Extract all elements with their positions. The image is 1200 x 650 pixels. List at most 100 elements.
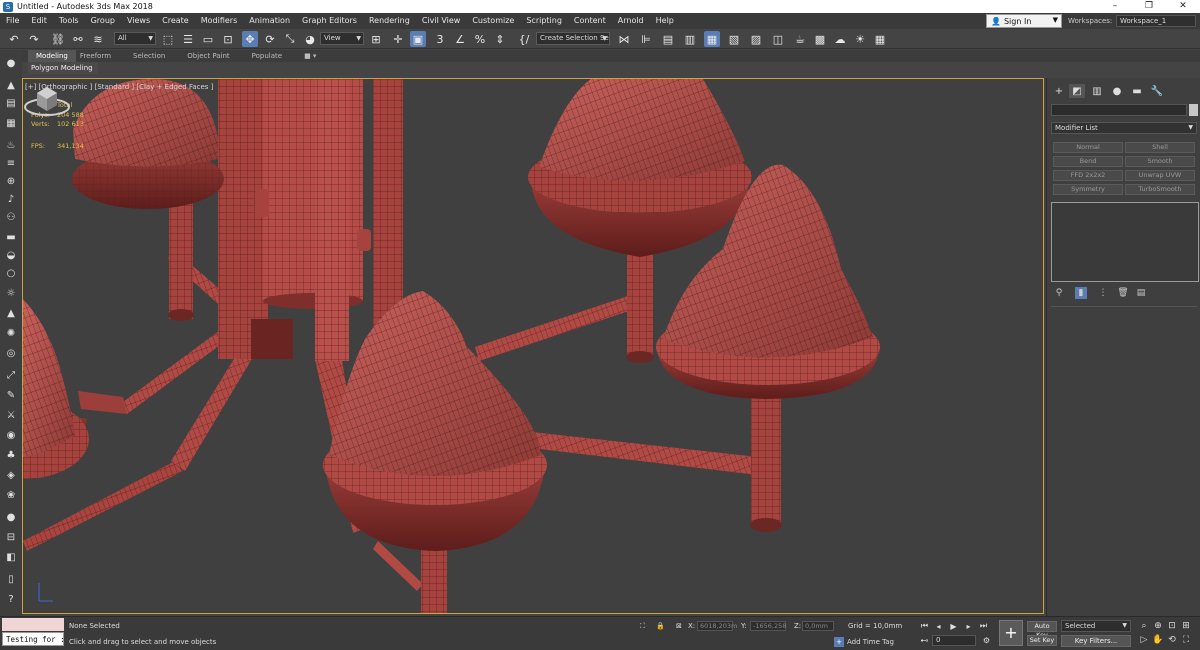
modifier-stack[interactable] <box>1051 202 1199 282</box>
modifier-list-select[interactable]: Modifier List ▼ <box>1051 122 1197 134</box>
menu-edit[interactable]: Edit <box>25 13 53 29</box>
spinner-snap-icon[interactable]: ⇕ <box>492 31 508 47</box>
object-color-swatch[interactable] <box>1189 104 1198 116</box>
orthographic-viewport[interactable]: [+] [Orthographic ] [Standard ] [Clay + … <box>22 78 1044 614</box>
schematic-view-icon[interactable]: ▨ <box>748 31 764 47</box>
render-production-icon[interactable]: ☁ <box>832 31 848 47</box>
maxscript-listener-output[interactable] <box>2 618 64 631</box>
scene-explorer-icon[interactable]: ▤ <box>660 31 676 47</box>
workspace-select[interactable]: Workspace_1 <box>1116 15 1196 27</box>
sort-icon[interactable]: ≡ <box>3 156 19 170</box>
tab-modeling[interactable]: Modeling <box>28 50 76 62</box>
window-crossing-icon[interactable]: ⊡ <box>220 31 236 47</box>
zoom-icon[interactable]: ⌕ <box>1138 620 1150 632</box>
current-frame-field[interactable]: 0 <box>932 635 976 646</box>
object-name-field[interactable] <box>1051 104 1187 116</box>
menu-file[interactable]: File <box>0 13 25 29</box>
menu-arnold[interactable]: Arnold <box>612 13 650 29</box>
modifier-bend-button[interactable]: Bend <box>1053 156 1123 167</box>
remove-modifier-icon[interactable]: 🗑 <box>1117 287 1129 299</box>
named-selection-set-select[interactable]: Create Selection Se ▼ <box>536 32 610 45</box>
polygon-modeling-panel[interactable]: Polygon Modeling <box>28 62 98 74</box>
people-icon[interactable]: ⚇ <box>3 210 19 224</box>
menu-customize[interactable]: Customize <box>466 13 520 29</box>
modify-tab-icon[interactable]: ◩ <box>1069 84 1085 98</box>
maximize-button[interactable]: ❐ <box>1132 0 1166 13</box>
menu-rendering[interactable]: Rendering <box>363 13 416 29</box>
select-object-icon[interactable]: ⬚ <box>160 31 176 47</box>
create-icon[interactable]: ● <box>3 56 19 70</box>
keyboard-shortcut-override-icon[interactable]: ▣ <box>410 31 426 47</box>
helper-icon[interactable]: ⤢ <box>3 368 19 382</box>
redo-icon[interactable]: ↷ <box>26 31 42 47</box>
go-to-end-icon[interactable]: ⏭ <box>977 620 990 632</box>
reference-coordinate-select[interactable]: View ▼ <box>320 32 364 45</box>
curve-editor-icon[interactable]: ▧ <box>726 31 742 47</box>
menu-civil-view[interactable]: Civil View <box>416 13 467 29</box>
utilities-tab-icon[interactable]: 🔧 <box>1149 84 1165 98</box>
zoom-extents-all-icon[interactable]: ⊞ <box>1180 620 1192 632</box>
material-editor-icon[interactable]: ◫ <box>770 31 786 47</box>
select-and-rotate-icon[interactable]: ⟳ <box>262 31 278 47</box>
globe-icon[interactable]: ◉ <box>3 428 19 442</box>
add-time-tag-button[interactable]: + Add Time Tag <box>834 636 894 648</box>
scene-explorer-icon[interactable]: ▲ <box>3 78 19 92</box>
zoom-extents-icon[interactable]: ⊡ <box>1166 620 1178 632</box>
next-frame-icon[interactable]: ▸ <box>962 620 975 632</box>
pin-stack-icon[interactable]: ⚲ <box>1053 287 1065 299</box>
align-icon[interactable]: ⊫ <box>638 31 654 47</box>
tab-selection[interactable]: Selection <box>129 50 183 62</box>
zoom-all-icon[interactable]: ⊕ <box>1152 620 1164 632</box>
menu-tools[interactable]: Tools <box>53 13 85 29</box>
hair-icon[interactable]: ❀ <box>3 488 19 502</box>
bind-space-warp-icon[interactable]: ≋ <box>90 31 106 47</box>
percent-snap-icon[interactable]: % <box>472 31 488 47</box>
select-and-move-icon[interactable]: ✥ <box>242 31 258 47</box>
key-filters-button[interactable]: Key Filters... <box>1061 635 1131 647</box>
modifier-normal-button[interactable]: Normal <box>1053 142 1123 153</box>
configure-modifier-sets-icon[interactable]: ▤ <box>1135 287 1147 299</box>
menu-content[interactable]: Content <box>568 13 612 29</box>
absolute-mode-icon[interactable]: ⊠ <box>676 622 682 630</box>
menu-views[interactable]: Views <box>121 13 156 29</box>
snaps-toggle-icon[interactable]: 3 <box>432 31 448 47</box>
modifier-turbosmooth-button[interactable]: TurboSmooth <box>1125 184 1195 195</box>
close-button[interactable]: ✕ <box>1166 0 1200 13</box>
z-coordinate-field[interactable]: 0,0mm <box>802 621 834 631</box>
box-icon[interactable]: ▬ <box>3 230 19 244</box>
tab-object-paint[interactable]: Object Paint <box>183 50 247 62</box>
link-icon[interactable]: ⛓ <box>50 31 66 47</box>
select-manipulate-icon[interactable]: ✛ <box>390 31 406 47</box>
selection-lock-icon[interactable]: 🔒 <box>656 622 665 630</box>
sun-icon[interactable]: ✺ <box>3 326 19 340</box>
isolate-selection-icon[interactable]: ⛶ <box>640 622 645 631</box>
render-setup-icon[interactable]: ☕ <box>792 31 808 47</box>
modifier-smooth-button[interactable]: Smooth <box>1125 156 1195 167</box>
tree-icon[interactable]: ♣ <box>3 448 19 462</box>
minimize-button[interactable]: – <box>1098 0 1132 13</box>
key-filter-set-select[interactable]: Selected ▼ <box>1061 620 1131 632</box>
particles-icon[interactable]: ☼ <box>3 286 19 300</box>
filter-icon[interactable]: ⊕ <box>3 174 19 188</box>
unlink-icon[interactable]: ⚯ <box>70 31 86 47</box>
menu-scripting[interactable]: Scripting <box>520 13 568 29</box>
select-and-place-icon[interactable]: ◕ <box>302 31 318 47</box>
previous-frame-icon[interactable]: ◂ <box>932 620 945 632</box>
create-tab-icon[interactable]: + <box>1051 84 1067 98</box>
layer-explorer-icon[interactable]: ▥ <box>682 31 698 47</box>
selection-filter-select[interactable]: All ▼ <box>114 32 156 45</box>
mobile-icon[interactable]: ▯ <box>3 572 19 586</box>
auto-key-button[interactable]: Auto Key <box>1027 621 1057 639</box>
viewcube-icon[interactable] <box>23 79 71 119</box>
display-tab-icon[interactable]: ▬ <box>1129 84 1145 98</box>
toggle-ribbon-icon[interactable]: ▦ <box>704 31 720 47</box>
mirror-icon[interactable]: ⋈ <box>616 31 632 47</box>
camera-icon[interactable]: ◧ <box>3 550 19 564</box>
help-icon[interactable]: ? <box>3 592 19 606</box>
pivot-center-icon[interactable]: ⊞ <box>368 31 384 47</box>
motion-tab-icon[interactable]: ● <box>1109 84 1125 98</box>
menu-help[interactable]: Help <box>650 13 680 29</box>
modifier-symmetry-button[interactable]: Symmetry <box>1053 184 1123 195</box>
y-coordinate-field[interactable]: -1656,258 <box>750 621 786 631</box>
render-in-cloud-icon[interactable]: ▦ <box>872 31 888 47</box>
